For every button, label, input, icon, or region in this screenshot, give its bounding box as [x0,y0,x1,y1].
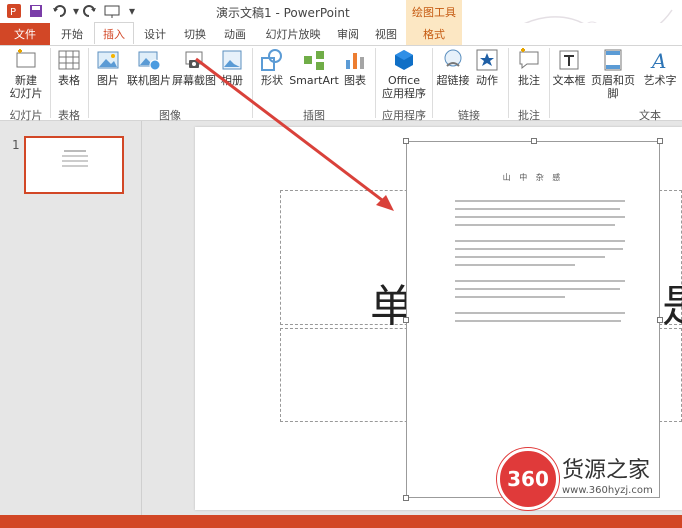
new-slide-button[interactable]: 新建 幻灯片 [4,48,48,100]
inserted-document-image[interactable] [403,138,663,501]
online-picture-icon [138,51,161,71]
comment-icon [519,48,539,70]
tab-view[interactable]: 视图 [368,23,404,45]
group-separator [508,48,509,118]
group-label-text: 文本 [639,109,661,122]
hyperlink-button[interactable]: 超链接 [436,48,470,87]
resize-handle[interactable] [657,317,663,323]
tab-file[interactable]: 文件 [0,23,50,45]
slide-number: 1 [12,138,20,152]
online-picture-button[interactable]: 联机图片 [124,48,174,87]
tab-transitions[interactable]: 切换 [176,23,214,45]
watermark-logo: 360 [497,448,559,510]
slide-thumbnail[interactable] [24,136,124,194]
group-separator [432,48,433,118]
watermark-name: 货源之家 [562,458,651,483]
group-separator [549,48,550,118]
watermark-url: www.360hyzj.com [562,485,653,496]
textbox-icon [559,50,579,70]
tab-slideshow[interactable]: 幻灯片放映 [258,23,328,45]
pane-divider [141,121,142,515]
customize-toolbar-icon[interactable]: ▾ [124,3,140,19]
group-separator [50,48,51,118]
redo-icon[interactable] [82,3,98,19]
tab-insert[interactable]: 插入 [94,22,134,44]
slideshow-icon[interactable] [104,3,120,19]
comment-button[interactable]: 批注 [512,48,546,87]
table-icon [58,50,80,70]
resize-handle[interactable] [403,495,409,501]
table-button[interactable]: 表格 [52,48,86,87]
hyperlink-icon [444,49,462,67]
header-footer-icon [604,49,622,71]
wordart-icon: A [650,49,666,72]
action-button[interactable]: 动作 [472,48,502,87]
new-slide-icon [16,49,36,68]
window-title: 演示文稿1 - PowerPoint [216,6,350,20]
tab-review[interactable]: 审阅 [330,23,366,45]
svg-text:A: A [650,49,666,72]
powerpoint-logo-icon: P [6,3,22,19]
header-footer-button[interactable]: 页眉和页脚 [586,48,640,100]
resize-handle[interactable] [531,138,537,144]
resize-handle[interactable] [657,138,663,144]
title-text-right: 是 [662,270,682,334]
tab-animations[interactable]: 动画 [216,23,254,45]
status-bar [0,515,682,528]
tab-format[interactable]: 格式 [406,23,462,45]
wordart-button[interactable]: A 艺术字 [640,48,680,87]
undo-icon[interactable] [52,3,68,19]
group-label-tables: 表格 [58,109,80,122]
picture-button[interactable]: 图片 [92,48,124,87]
save-icon[interactable] [28,3,44,19]
svg-text:P: P [10,7,16,18]
textbox-button[interactable]: 文本框 [552,48,586,87]
tab-design[interactable]: 设计 [136,23,174,45]
annotation-arrow-icon [195,57,394,211]
picture-icon [97,51,119,69]
group-label-comments: 批注 [518,109,540,122]
group-label-slides: 幻灯片 [9,109,43,122]
drawing-tools-label: 绘图工具 [406,0,462,23]
group-label-links: 链接 [458,109,480,122]
resize-handle[interactable] [403,317,409,323]
tab-home[interactable]: 开始 [52,23,92,45]
action-star-icon [476,49,498,71]
group-separator [88,48,89,118]
document-title: 山 中 杂 感 [502,173,564,182]
